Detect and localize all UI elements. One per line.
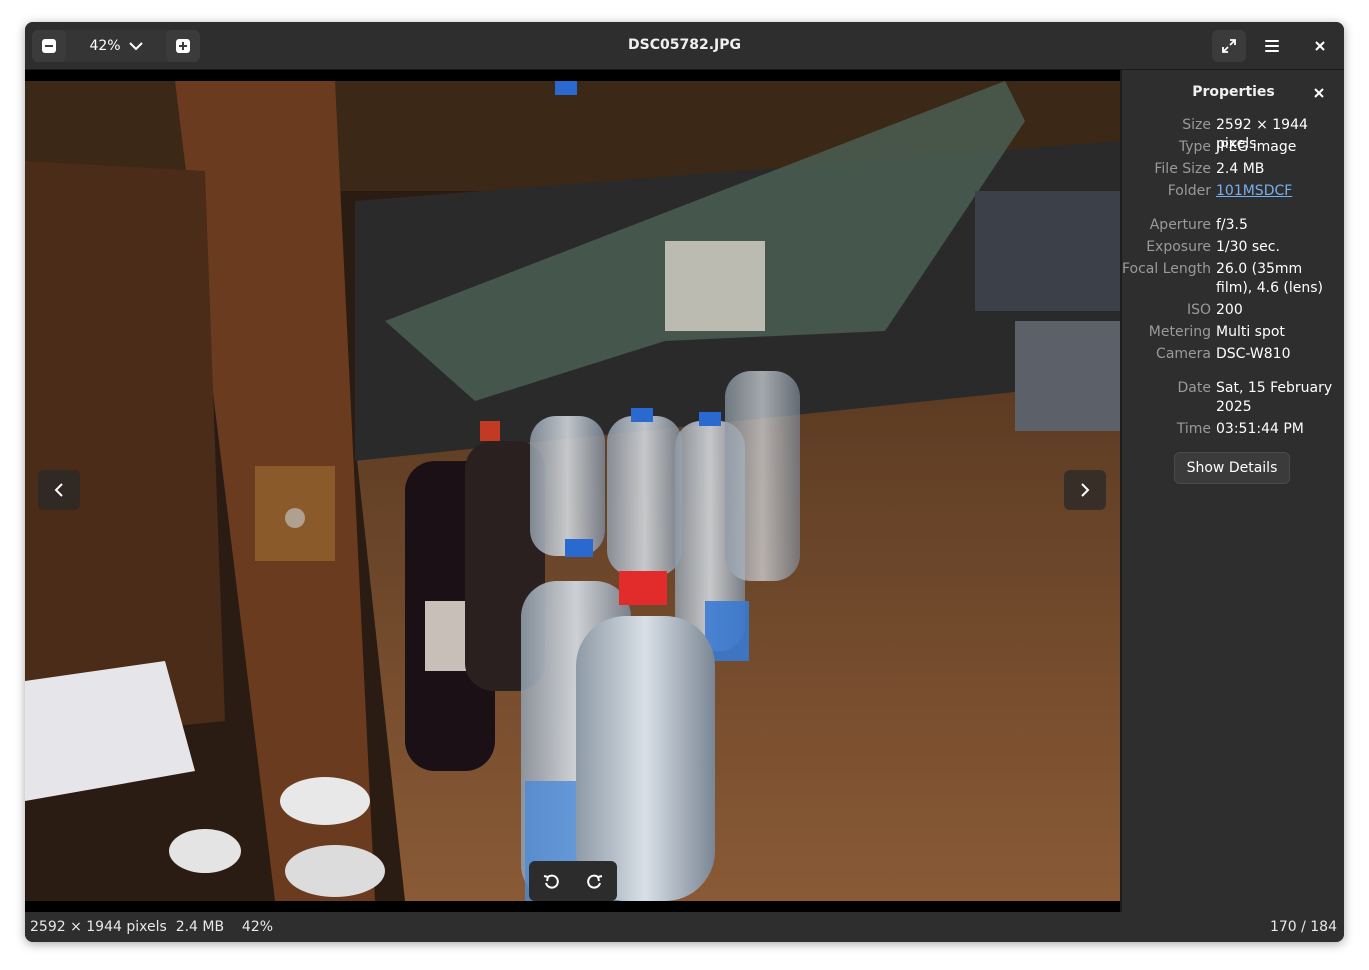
property-label: ISO xyxy=(1186,302,1211,318)
status-info: 2592 × 1944 pixels 2.4 MB 42% xyxy=(30,912,273,942)
property-label: Time xyxy=(1176,421,1211,437)
header-bar: 42% DSC05782.JPG xyxy=(25,22,1344,70)
status-zoom: 42% xyxy=(241,919,274,935)
photo-image xyxy=(25,81,1120,901)
rotate-right-icon xyxy=(587,874,603,889)
property-value: 2.4 MB xyxy=(1216,161,1265,177)
property-label: Camera xyxy=(1156,346,1211,362)
status-bar: 2592 × 1944 pixels 2.4 MB 42% 170 / 184 xyxy=(25,912,1344,942)
property-value: Multi spot xyxy=(1216,324,1285,340)
fullscreen-button[interactable] xyxy=(1212,30,1246,62)
rotate-right-button[interactable] xyxy=(573,861,617,901)
property-label: Aperture xyxy=(1149,217,1211,233)
property-value: 03:51:44 PM xyxy=(1216,421,1304,437)
zoom-in-button[interactable] xyxy=(166,30,200,62)
property-label: Metering xyxy=(1148,324,1211,340)
zoom-in-icon xyxy=(176,39,190,53)
property-value: JPEG image xyxy=(1216,139,1297,155)
show-details-button[interactable]: Show Details xyxy=(1174,452,1290,484)
rotate-left-button[interactable] xyxy=(529,861,573,901)
window-title: DSC05782.JPG xyxy=(628,37,741,53)
hamburger-menu-icon xyxy=(1265,40,1279,52)
property-label: Type xyxy=(1178,139,1211,155)
rotate-left-icon xyxy=(543,874,559,889)
close-icon xyxy=(1315,41,1325,51)
status-dimensions: 2592 × 1944 pixels xyxy=(30,919,167,935)
property-value: 1/30 sec. xyxy=(1216,239,1280,255)
property-value: 200 xyxy=(1216,302,1243,318)
property-value: Sat, 15 February 2025 xyxy=(1216,380,1333,415)
status-file-size: 2.4 MB xyxy=(175,919,225,935)
chevron-left-icon xyxy=(54,483,63,497)
properties-close-button[interactable] xyxy=(1308,82,1330,104)
chevron-down-icon xyxy=(128,42,143,51)
zoom-level-dropdown[interactable]: 42% xyxy=(66,30,166,62)
previous-image-button[interactable] xyxy=(38,470,80,510)
property-value: DSC-W810 xyxy=(1216,346,1291,362)
property-label: Size xyxy=(1182,117,1211,133)
fullscreen-icon xyxy=(1222,39,1236,53)
zoom-out-icon xyxy=(42,39,56,53)
photo-canvas xyxy=(25,81,1120,901)
zoom-out-button[interactable] xyxy=(32,30,66,62)
properties-panel: Properties Size 2592 × 1944 pixels Type … xyxy=(1121,70,1344,912)
property-label: Exposure xyxy=(1146,239,1211,255)
property-label: Folder xyxy=(1167,183,1211,199)
zoom-level-label: 42% xyxy=(89,38,121,54)
property-label: Focal Length xyxy=(1121,261,1211,277)
property-value: f/3.5 xyxy=(1216,217,1248,233)
chevron-right-icon xyxy=(1081,483,1090,497)
next-image-button[interactable] xyxy=(1064,470,1106,510)
property-value: 26.0 (35mm film), 4.6 (lens) xyxy=(1216,261,1324,296)
property-label: File Size xyxy=(1154,161,1211,177)
image-viewport[interactable] xyxy=(25,70,1120,912)
property-label: Date xyxy=(1177,380,1211,396)
window-close-button[interactable] xyxy=(1303,30,1337,62)
rotate-controls xyxy=(529,861,617,901)
close-icon xyxy=(1314,88,1324,98)
folder-link[interactable]: 101MSDCF xyxy=(1216,182,1341,201)
image-viewer-window: 42% DSC05782.JPG Properties Size 2592 × … xyxy=(25,22,1344,942)
main-menu-button[interactable] xyxy=(1255,30,1289,62)
status-image-position: 170 / 184 xyxy=(1269,919,1337,935)
